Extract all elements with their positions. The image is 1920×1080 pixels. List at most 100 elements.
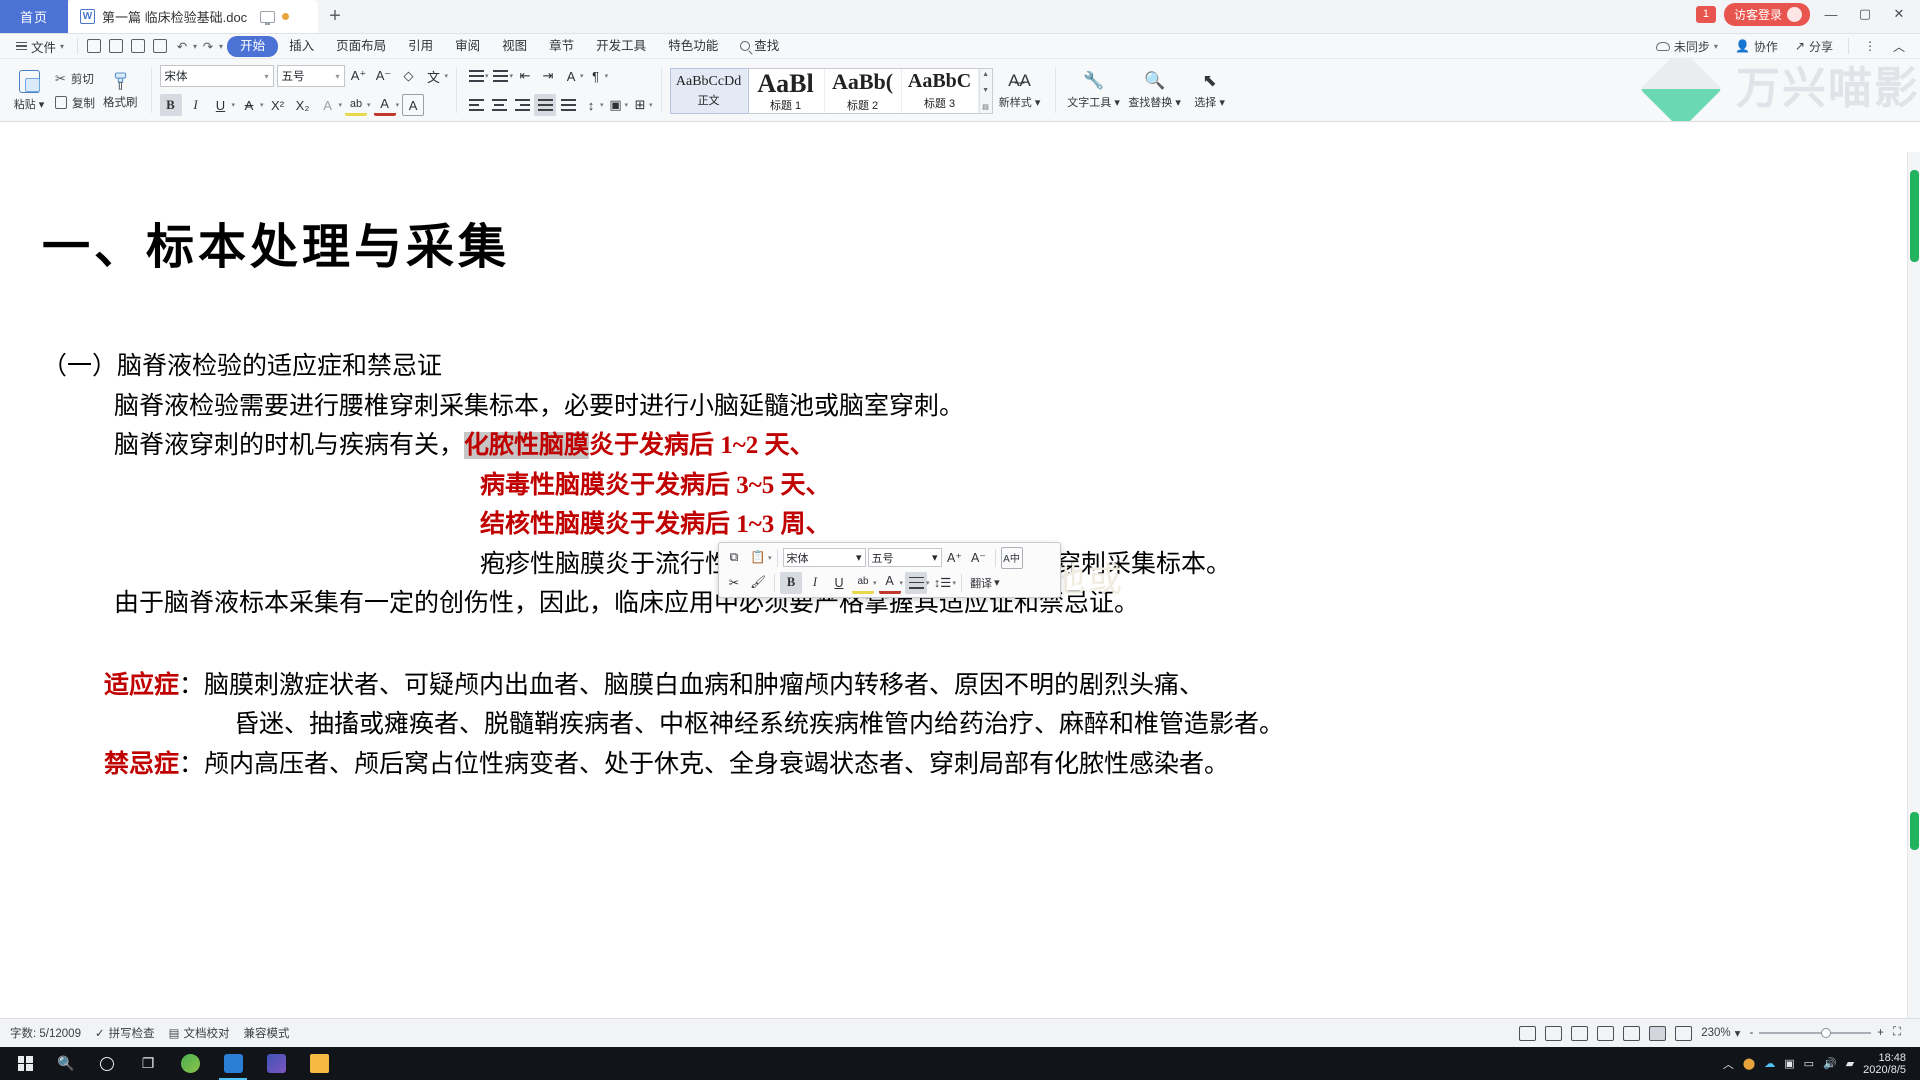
paragraph-contraindications[interactable]: 禁忌症：颅内高压者、颅后窝占位性病变者、处于休克、全身衰竭状态者、穿刺局部有化脓… [42, 745, 1878, 785]
edit-view-icon[interactable] [1571, 1025, 1589, 1041]
start-button[interactable] [6, 1047, 44, 1080]
taskbar-app-chrome[interactable] [170, 1047, 210, 1080]
speaker-icon[interactable]: ▣ [1784, 1057, 1794, 1070]
mini-highlight-button[interactable]: ab [852, 572, 874, 594]
redo-icon[interactable]: ↷ [197, 35, 219, 57]
collapse-ribbon-button[interactable]: ︿ [1886, 37, 1912, 56]
paragraph-timing[interactable]: 脑脊液穿刺的时机与疾病有关，化脓性脑膜炎于发病后 1~2 天、 [42, 426, 1878, 466]
superscript-button[interactable]: X² [267, 94, 289, 116]
distribute-button[interactable] [557, 94, 579, 116]
mini-font-size-select[interactable]: 五号 ▾ [867, 548, 942, 567]
taskbar-app-editor[interactable] [256, 1047, 296, 1080]
mini-bold-button[interactable]: B [780, 571, 802, 594]
web-view-icon[interactable] [1623, 1025, 1641, 1041]
paragraph-viral[interactable]: 病毒性脑膜炎于发病后 3~5 天、 [42, 466, 1878, 506]
paragraph-puncture[interactable]: 脑脊液检验需要进行腰椎穿刺采集标本，必要时进行小脑延髓池或脑室穿刺。 [42, 387, 1878, 427]
underline-button[interactable]: U [210, 94, 232, 116]
zoom-in-button[interactable]: + [1877, 1027, 1884, 1039]
reading-icon[interactable] [1649, 1025, 1667, 1041]
compat-mode-label[interactable]: 兼容模式 [243, 1025, 289, 1041]
pinyin-guide-icon[interactable]: 文 [423, 65, 445, 87]
new-tab-button[interactable]: + [318, 0, 352, 33]
chevron-down-icon[interactable]: ▾ [926, 579, 930, 587]
chevron-down-icon[interactable]: ▾ [649, 101, 653, 109]
align-right-button[interactable] [511, 94, 533, 116]
taskbar-app-explorer[interactable] [299, 1047, 339, 1080]
paragraph-indications-2[interactable]: 昏迷、抽搐或瘫痪者、脱髓鞘疾病者、中枢神经系统疾病椎管内给药治疗、麻醉和椎管造影… [42, 705, 1878, 745]
mini-pinyin-button[interactable]: A中 [1000, 546, 1023, 569]
chevron-down-icon[interactable]: ▾ [339, 101, 343, 109]
collaborate-button[interactable]: 👤 协作 [1728, 37, 1785, 56]
asian-layout-button[interactable]: A [560, 65, 582, 87]
new-style-button[interactable]: A̶A 新样式 ▾ [993, 62, 1047, 120]
mini-translate-button[interactable]: 翻译 ▾ [967, 575, 1003, 591]
save-icon[interactable] [83, 35, 105, 57]
shrink-font-button[interactable]: A⁻ [373, 65, 395, 87]
copy-icon[interactable]: ⧉ [723, 547, 745, 569]
bullet-list-button[interactable] [465, 65, 487, 87]
mini-italic-button[interactable]: I [804, 572, 826, 594]
chevron-down-icon[interactable]: ▾ [485, 72, 489, 80]
document-canvas[interactable]: 一、标本处理与采集 （一）脑脊液检验的适应症和禁忌证 脑脊液检验需要进行腰椎穿刺… [0, 152, 1920, 1018]
chevron-down-icon[interactable]: ▾ [232, 101, 236, 109]
chevron-down-icon[interactable]: ▾ [900, 579, 904, 587]
tab-document[interactable]: W 第一篇 临床检验基础.doc [68, 0, 318, 33]
expand-gallery-icon[interactable]: ▤ [982, 103, 989, 111]
cut-icon[interactable]: ✂ [723, 572, 745, 594]
print-icon[interactable] [127, 35, 149, 57]
scrollbar-thumb-bottom[interactable] [1910, 812, 1919, 850]
format-painter-icon[interactable]: 🖌 [747, 572, 769, 594]
minimize-button[interactable]: — [1818, 2, 1844, 26]
presentation-icon[interactable] [260, 10, 276, 25]
close-button[interactable]: ✕ [1886, 2, 1912, 26]
cloud-icon[interactable]: ☁ [1764, 1057, 1775, 1070]
tab-start[interactable]: 开始 [227, 35, 279, 57]
find-replace-button[interactable]: 🔍 查找替换 ▾ [1124, 62, 1186, 120]
justify-button[interactable] [534, 94, 557, 116]
font-name-select[interactable]: 宋体 ▾ [159, 65, 274, 87]
clear-format-icon[interactable]: ◇ [398, 65, 420, 87]
highlight-button[interactable]: ab [345, 94, 368, 116]
file-menu-button[interactable]: 文件 ▾ [8, 37, 72, 56]
outline-icon[interactable] [1597, 1025, 1615, 1041]
tab-developer-tools[interactable]: 开发工具 [585, 36, 657, 57]
zoom-knob[interactable] [1821, 1028, 1832, 1038]
chevron-down-icon[interactable]: ▾ [260, 101, 264, 109]
mini-font-color-button[interactable]: A [878, 572, 901, 594]
chevron-down-icon[interactable]: ▾ [873, 579, 877, 587]
notification-badge[interactable]: 1 [1695, 5, 1716, 23]
grow-font-button[interactable]: A⁺ [348, 65, 370, 87]
style-heading-2[interactable]: AaBb( 标题 2 [825, 68, 902, 113]
maximize-button[interactable]: ▢ [1852, 2, 1878, 26]
format-painter-button[interactable]: 格式刷 [98, 71, 143, 110]
tab-find[interactable]: 查找 [729, 36, 790, 57]
numbered-list-button[interactable] [490, 65, 512, 87]
tab-special-features[interactable]: 特色功能 [657, 36, 729, 57]
paragraph-indications-1[interactable]: 适应症：脑膜刺激症状者、可疑颅内出血者、脑膜白血病和肿瘤颅内转移者、原因不明的剧… [42, 666, 1878, 706]
shield-icon[interactable]: ⬤ [1743, 1057, 1755, 1070]
zoom-track[interactable] [1759, 1028, 1872, 1038]
word-count[interactable]: 字数: 5/12009 [10, 1025, 81, 1041]
task-view-button[interactable]: ❐ [129, 1047, 167, 1080]
chevron-down-icon[interactable]: ▾ [367, 101, 371, 109]
vertical-scrollbar[interactable] [1907, 152, 1920, 1018]
text-tools-button[interactable]: 🔧 文字工具 ▾ [1064, 62, 1124, 120]
tab-references[interactable]: 引用 [397, 36, 444, 57]
volume-icon[interactable]: 🔊 [1823, 1057, 1837, 1070]
chevron-down-icon[interactable]: ▾ [953, 579, 957, 587]
fit-page-icon[interactable]: ⛶ [1893, 1026, 1910, 1041]
search-button[interactable]: 🔍 [47, 1047, 85, 1080]
tab-home[interactable]: 首页 [0, 0, 68, 33]
chevron-down-icon[interactable]: ▾ [580, 72, 584, 80]
document-page[interactable]: 一、标本处理与采集 （一）脑脊液检验的适应症和禁忌证 脑脊液检验需要进行腰椎穿刺… [0, 152, 1920, 784]
spell-check-button[interactable]: ✓ 拼写检查 [95, 1025, 155, 1041]
decrease-indent-button[interactable]: ⇤ [514, 65, 536, 87]
style-gallery-scroll[interactable]: ▲ ▼ ▤ [978, 68, 992, 113]
italic-button[interactable]: I [185, 94, 207, 116]
mini-grow-font-button[interactable]: A⁺ [944, 547, 966, 569]
copy-button[interactable]: 复制 [52, 92, 98, 114]
paragraph-tubercular[interactable]: 结核性脑膜炎于发病后 1~3 周、 [42, 505, 1878, 545]
proofread-button[interactable]: ▤ 文档校对 [169, 1025, 230, 1041]
tab-chapter[interactable]: 章节 [538, 36, 585, 57]
mini-shrink-font-button[interactable]: A⁻ [968, 547, 990, 569]
